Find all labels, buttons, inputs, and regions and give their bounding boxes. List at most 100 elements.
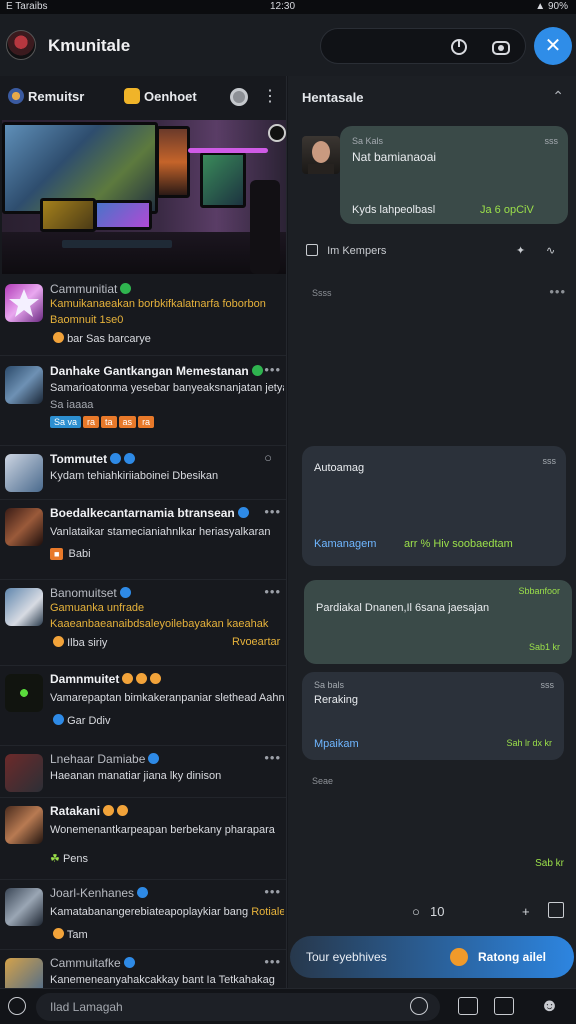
emoji-icon[interactable] bbox=[8, 997, 26, 1015]
chat-icon[interactable]: ○ bbox=[264, 450, 273, 465]
verified-icon bbox=[148, 753, 160, 764]
camera-icon[interactable] bbox=[491, 37, 511, 57]
list-item[interactable]: Joarl-Kenhanes ••• Kamatabanangerebiatea… bbox=[0, 884, 286, 950]
star-icon bbox=[124, 88, 140, 104]
emoji-icon bbox=[53, 332, 64, 343]
timer-icon[interactable] bbox=[268, 124, 286, 142]
tab-remuitsr[interactable]: Remuitsr bbox=[8, 88, 84, 104]
dot-icon bbox=[53, 714, 64, 725]
status-dot-icon bbox=[450, 948, 468, 966]
avatar bbox=[5, 806, 43, 844]
comment-count: 10 bbox=[430, 904, 445, 919]
community-tabs: Remuitsr Oenhoet ⋮ bbox=[0, 76, 286, 118]
message-input[interactable]: Ilad Lamagah bbox=[36, 993, 440, 1021]
hero-image[interactable] bbox=[2, 120, 286, 274]
list-item[interactable]: Ratakani Wonemenantkarpeapan berbekany p… bbox=[0, 802, 286, 880]
emoji-icon bbox=[117, 805, 129, 816]
message-bubble[interactable]: Sa bals sss Reraking Mpaikam Sah lr dx k… bbox=[302, 672, 564, 760]
item-line: ■ Babi bbox=[50, 548, 284, 560]
emoji-icon bbox=[53, 636, 64, 647]
verified-icon bbox=[137, 887, 149, 898]
more-icon[interactable]: ••• bbox=[264, 884, 281, 899]
item-name: Banomuitset bbox=[50, 586, 280, 600]
emoji-icon bbox=[122, 673, 134, 684]
date-separator: Ssss bbox=[312, 288, 332, 298]
item-line: Kanemeneanyahakcakkay bant Ia Tetkahakag bbox=[50, 974, 275, 986]
pin-icon[interactable]: ✦ bbox=[516, 244, 525, 257]
plus-icon[interactable]: + bbox=[522, 904, 530, 919]
online-icon bbox=[120, 283, 132, 294]
tag: as bbox=[118, 416, 137, 428]
clock: 12:30 bbox=[270, 1, 296, 12]
tag: ra bbox=[138, 416, 155, 428]
avatar bbox=[5, 958, 43, 988]
item-line: Baomnuit 1se0 bbox=[50, 314, 124, 326]
item-name: Damnmuitet bbox=[50, 672, 280, 686]
verified-icon bbox=[237, 507, 249, 518]
item-line: Gamuanka unfrade bbox=[50, 602, 145, 614]
more-icon[interactable]: ••• bbox=[264, 504, 281, 519]
app-header: Kmunitale ✕ bbox=[0, 14, 576, 76]
community-list-panel: Remuitsr Oenhoet ⋮ Cammunitiat Kamuikana… bbox=[0, 76, 287, 988]
battery-level: ▲ 90% bbox=[535, 1, 568, 12]
app-title: Kmunitale bbox=[48, 36, 131, 55]
list-item[interactable]: Boedalkecantarnamia btransean ••• Vanlat… bbox=[0, 504, 286, 580]
chat-panel: Hentasale ⌃ Sa Kals sss Nat bamianaoai K… bbox=[288, 76, 576, 988]
item-name: Cammuitafke bbox=[50, 956, 280, 970]
item-highlight: Rvoeartar bbox=[232, 636, 281, 648]
chevron-up-icon[interactable]: ⌃ bbox=[552, 88, 564, 105]
game-icon: ■ bbox=[50, 548, 64, 560]
close-button[interactable]: ✕ bbox=[534, 27, 572, 65]
carrier-label: E Taraibs bbox=[6, 1, 48, 12]
chat-toolbar: ○ 10 + bbox=[288, 892, 576, 932]
refresh-icon[interactable] bbox=[449, 37, 469, 57]
mic-icon[interactable] bbox=[410, 997, 428, 1015]
cta-action: Ratong ailel bbox=[478, 950, 547, 964]
calendar-icon[interactable] bbox=[458, 997, 478, 1015]
record-icon[interactable] bbox=[230, 88, 248, 106]
gallery-icon[interactable] bbox=[494, 997, 514, 1015]
message-bubble[interactable]: Sbbanfoor Pardiakal Dnanen,Il 6sana jaes… bbox=[304, 580, 572, 664]
emoji-icon bbox=[103, 805, 115, 816]
emoji-icon bbox=[150, 673, 162, 684]
list-item[interactable]: Lnehaar Damiabe ••• Haeanan manatiar jia… bbox=[0, 750, 286, 798]
list-item[interactable]: Danhake Gantkangan Memestanan ••• Samari… bbox=[0, 362, 286, 446]
list-item[interactable]: Cammunitiat Kamuikanaeakan borbkifkalatn… bbox=[0, 280, 286, 356]
cta-label: Tour eyebhives bbox=[306, 950, 387, 964]
globe-icon bbox=[8, 88, 24, 104]
avatar bbox=[5, 366, 43, 404]
item-line: Kaaeanbaeanaibdsaleyoilebayakan kaeahak bbox=[50, 618, 269, 630]
more-icon[interactable]: ••• bbox=[264, 584, 281, 599]
more-icon[interactable]: ••• bbox=[264, 750, 281, 765]
wave-icon[interactable]: ∿ bbox=[546, 244, 555, 257]
search-bar[interactable] bbox=[320, 28, 526, 64]
more-icon[interactable]: ••• bbox=[549, 284, 566, 299]
delivery-status: Sab kr bbox=[535, 858, 564, 869]
item-name: Lnehaar Damiabe bbox=[50, 752, 280, 766]
image-icon[interactable] bbox=[548, 902, 564, 918]
item-line: Haeanan manatiar jiana lky dinison bbox=[50, 770, 222, 782]
message-composer: Ilad Lamagah ☻ bbox=[0, 988, 576, 1024]
comment-icon[interactable]: ○ bbox=[412, 904, 420, 919]
avatar bbox=[5, 588, 43, 626]
item-name: Tommutet bbox=[50, 452, 280, 466]
item-line: Samarioatonma yesebar banyeaksnanjatan j… bbox=[50, 382, 284, 394]
list-item[interactable]: Banomuitset ••• Gamuanka unfrade Kaaeanb… bbox=[0, 584, 286, 666]
verified-icon bbox=[124, 453, 136, 464]
list-item[interactable]: Tommutet ○ Kydam tehiahkiriiaboinei Dbes… bbox=[0, 450, 286, 500]
more-icon[interactable]: ⋮ bbox=[262, 86, 278, 106]
checkbox-icon[interactable] bbox=[306, 244, 318, 256]
message-bubble[interactable]: Sa Kals sss Nat bamianaoai Kyds lahpeolb… bbox=[340, 126, 568, 224]
item-tags: Sa va ra ta as ra bbox=[50, 416, 284, 428]
status-bar: E Taraibs 12:30 ▲ 90% bbox=[0, 0, 576, 14]
item-line: Kamatabanangerebiateapoplaykiar bang Rot… bbox=[50, 906, 284, 918]
list-item[interactable]: Damnmuitet Vamarepaptan bimkakeranpaniar… bbox=[0, 670, 286, 746]
cta-button[interactable]: Tour eyebhives Ratong ailel bbox=[290, 936, 574, 978]
tab-oenhoet[interactable]: Oenhoet bbox=[124, 88, 197, 104]
item-name: Boedalkecantarnamia btransean bbox=[50, 506, 280, 520]
list-item[interactable]: Cammuitafke ••• Kanemeneanyahakcakkay ba… bbox=[0, 954, 286, 988]
more-icon[interactable]: ••• bbox=[264, 954, 281, 969]
profile-icon[interactable]: ☻ bbox=[540, 995, 559, 1016]
more-icon[interactable]: ••• bbox=[264, 362, 281, 377]
message-bubble[interactable]: Autoamag sss Kamanagem arr % Hiv soobaed… bbox=[302, 446, 566, 566]
